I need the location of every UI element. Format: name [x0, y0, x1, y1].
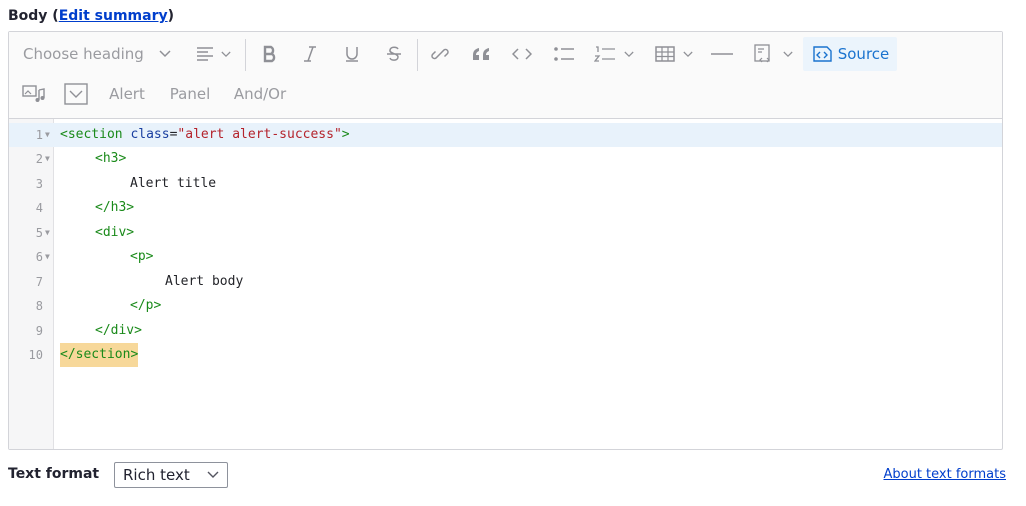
code-line-text: </div> [95, 323, 142, 338]
line-number: 1 [35, 128, 43, 142]
toolbar-separator [245, 39, 246, 71]
code-block-icon [753, 43, 775, 65]
code-line-text: <h3> [95, 151, 127, 166]
field-label: Body (Edit summary) [8, 8, 174, 24]
text-format-label: Text format [8, 466, 100, 482]
strikethrough-button[interactable] [377, 37, 411, 71]
text-format-row: Text format Rich text About text formats [8, 462, 1006, 488]
code-line[interactable]: 4 </h3> [9, 196, 1002, 220]
alignment-dropdown[interactable] [185, 37, 241, 71]
code-block-dropdown[interactable] [747, 37, 799, 71]
italic-icon [303, 45, 317, 63]
heading-dropdown-label: Choose heading [23, 45, 144, 63]
table-icon [655, 46, 675, 62]
code-icon [512, 47, 532, 61]
chevron-down-icon [221, 51, 231, 58]
line-number: 4 [35, 201, 43, 215]
text-format-select[interactable]: Rich text [114, 462, 228, 488]
table-dropdown[interactable] [649, 37, 699, 71]
chevron-down-icon [159, 50, 171, 58]
chevron-down-icon [207, 463, 219, 494]
code-line-text: <div> [95, 225, 135, 240]
andor-button[interactable]: And/Or [227, 77, 293, 111]
bulleted-list-button[interactable] [547, 37, 581, 71]
bulleted-list-icon [553, 46, 575, 62]
code-line[interactable]: 5 ▼ <div> [9, 221, 1002, 245]
toolbar-separator [417, 39, 418, 71]
heading-dropdown[interactable]: Choose heading [17, 37, 177, 71]
fold-arrow-icon[interactable]: ▼ [45, 221, 50, 245]
line-number: 8 [35, 299, 43, 313]
link-button[interactable] [423, 37, 457, 71]
line-number: 7 [35, 275, 43, 289]
code-line-text: <p> [130, 249, 154, 264]
bold-icon [262, 45, 278, 63]
underline-icon [344, 45, 360, 63]
fold-arrow-icon[interactable]: ▼ [45, 147, 50, 171]
about-text-formats-link[interactable]: About text formats [883, 467, 1006, 482]
collapse-icon [64, 83, 88, 105]
source-button[interactable]: Source [803, 37, 897, 71]
media-button[interactable] [17, 77, 51, 111]
code-line[interactable]: 1 ▼ <section class="alert alert-success"… [9, 123, 1002, 147]
bold-button[interactable] [253, 37, 287, 71]
line-number: 9 [35, 324, 43, 338]
code-line[interactable]: 3 Alert title [9, 172, 1002, 196]
horizontal-line-button[interactable] [705, 37, 739, 71]
ckeditor: Choose heading Source Alert Panel And/Or… [8, 31, 1003, 450]
code-line[interactable]: 7 Alert body [9, 270, 1002, 294]
link-icon [431, 45, 449, 63]
code-line-text: <section class="alert alert-success"> [60, 127, 350, 142]
code-line-text: </p> [130, 298, 162, 313]
alert-button[interactable]: Alert [101, 77, 153, 111]
blockquote-icon [472, 47, 492, 61]
source-label: Source [837, 45, 890, 63]
line-number: 10 [28, 348, 43, 362]
align-left-icon [195, 46, 215, 62]
toolbar-row-2: Alert Panel And/Or [9, 74, 1002, 114]
field-label-prefix: Body ( [8, 8, 59, 24]
code-button[interactable] [505, 37, 539, 71]
code-line[interactable]: 8 </p> [9, 294, 1002, 318]
code-line[interactable]: 6 ▼ <p> [9, 245, 1002, 269]
text-format-selected: Rich text [123, 466, 190, 484]
code-line[interactable]: 2 ▼ <h3> [9, 147, 1002, 171]
toolbar-row-1: Choose heading Source [9, 34, 1002, 74]
line-number: 5 [35, 226, 43, 240]
code-line[interactable]: 9 </div> [9, 319, 1002, 343]
italic-button[interactable] [293, 37, 327, 71]
strikethrough-icon [386, 45, 402, 63]
field-label-suffix: ) [167, 8, 175, 24]
panel-button[interactable]: Panel [161, 77, 219, 111]
code-line-text: </section> [60, 343, 139, 367]
horizontal-line-icon [711, 52, 733, 56]
numbered-list-dropdown[interactable] [587, 37, 641, 71]
line-number: 3 [35, 177, 43, 191]
fold-arrow-icon[interactable]: ▼ [45, 245, 50, 269]
line-number: 2 [35, 152, 43, 166]
code-line-text: </h3> [95, 200, 135, 215]
underline-button[interactable] [335, 37, 369, 71]
numbered-list-icon [594, 46, 616, 62]
code-line-text: Alert body [165, 274, 244, 289]
media-icon [22, 84, 46, 104]
editor-toolbar: Choose heading Source Alert Panel And/Or [9, 32, 1002, 119]
source-icon [811, 44, 833, 64]
code-line[interactable]: 10 </section> [9, 343, 1002, 367]
chevron-down-icon [624, 51, 634, 58]
line-number: 6 [35, 250, 43, 264]
blockquote-button[interactable] [465, 37, 499, 71]
collapse-button[interactable] [59, 77, 93, 111]
chevron-down-icon [783, 51, 793, 58]
chevron-down-icon [683, 51, 693, 58]
source-code-editor[interactable]: 1 ▼ <section class="alert alert-success"… [9, 119, 1002, 449]
code-line-text: Alert title [130, 176, 217, 191]
edit-summary-link[interactable]: Edit summary [59, 8, 168, 24]
fold-arrow-icon[interactable]: ▼ [45, 123, 50, 147]
